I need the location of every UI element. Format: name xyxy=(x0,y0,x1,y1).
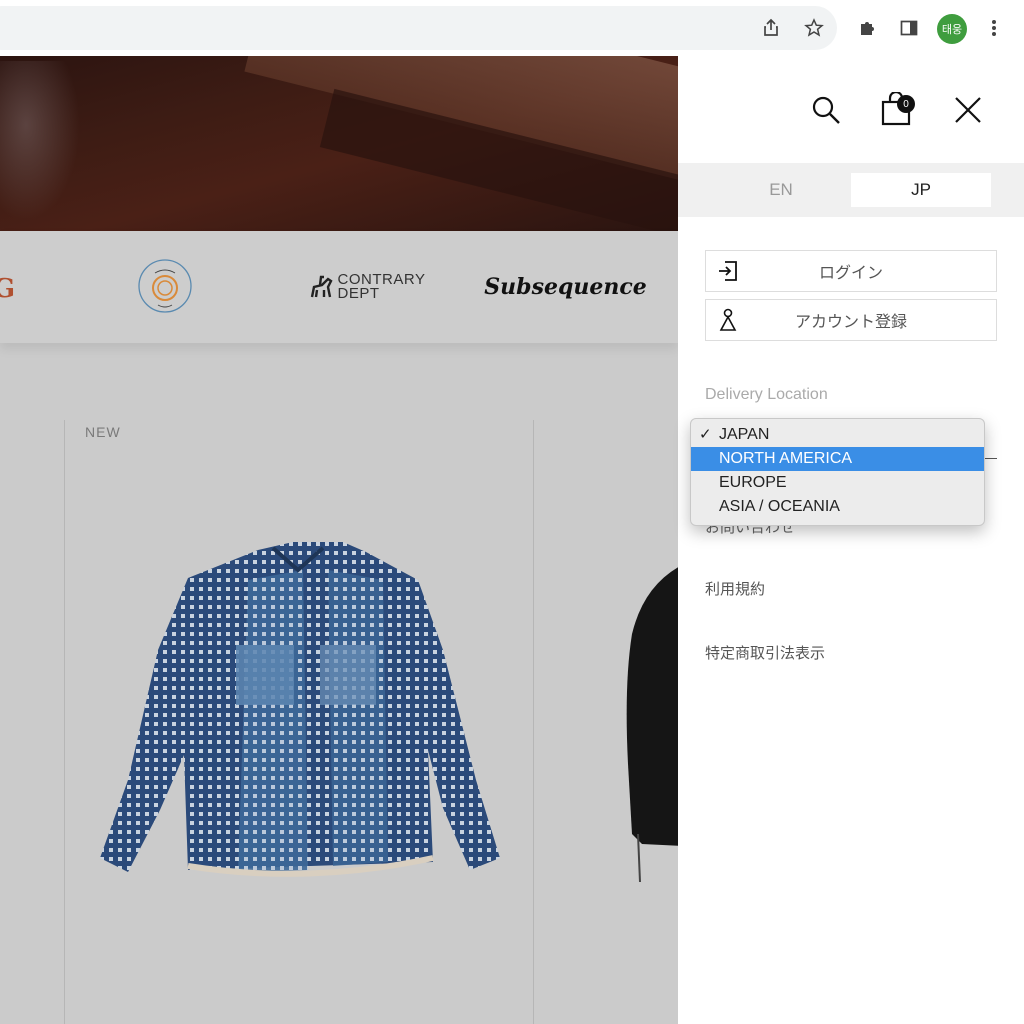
dropdown-option-europe[interactable]: EUROPE xyxy=(691,471,984,495)
brand-cutoff-text: G xyxy=(0,274,16,304)
coffee-logo-icon xyxy=(138,259,192,313)
dropdown-option-japan[interactable]: ✓ JAPAN xyxy=(691,423,984,447)
login-button[interactable]: ログイン xyxy=(705,250,997,292)
hero-banner xyxy=(0,56,678,231)
share-icon[interactable] xyxy=(759,16,783,40)
legal-notice-link[interactable]: 特定商取引法表示 xyxy=(705,642,825,663)
profile-avatar[interactable]: 태웅 xyxy=(937,14,967,44)
extensions-icon[interactable] xyxy=(855,16,879,40)
address-bar[interactable] xyxy=(0,6,837,50)
side-panel-icon[interactable] xyxy=(897,16,921,40)
option-label: EUROPE xyxy=(719,474,787,491)
browser-toolbar: 태웅 xyxy=(0,0,1024,56)
product-image-jacket[interactable] xyxy=(98,540,503,882)
brand-logo-coffee[interactable] xyxy=(134,255,196,317)
language-switcher: EN JP xyxy=(678,163,1024,217)
product-image-knit[interactable] xyxy=(624,564,678,884)
option-label: JAPAN xyxy=(719,426,770,443)
delivery-location-label: Delivery Location xyxy=(705,386,828,403)
login-label: ログイン xyxy=(818,263,883,282)
register-label: アカウント登録 xyxy=(794,312,907,331)
language-option-jp[interactable]: JP xyxy=(851,173,991,207)
dropdown-option-asia-oceania[interactable]: ASIA / OCEANIA xyxy=(691,495,984,519)
close-icon[interactable] xyxy=(952,94,984,126)
menu-icon[interactable] xyxy=(982,16,1006,40)
register-button[interactable]: アカウント登録 xyxy=(705,299,997,341)
delivery-location-dropdown: ✓ JAPAN NORTH AMERICA EUROPE ASIA / OCEA… xyxy=(690,418,985,526)
checkmark-icon: ✓ xyxy=(699,426,712,443)
cart-count-badge: 0 xyxy=(897,95,915,113)
brand-logo-contrary-dept[interactable]: CONTRARY DEPT xyxy=(304,269,429,305)
new-badge: NEW xyxy=(85,424,121,440)
language-option-en[interactable]: EN xyxy=(700,173,862,207)
search-icon[interactable] xyxy=(810,94,842,126)
person-icon xyxy=(706,300,750,340)
brand-contrary-line2: DEPT xyxy=(337,285,380,302)
option-label: ASIA / OCEANIA xyxy=(719,498,840,515)
side-menu-panel: 0 EN JP ログイン アカウント登録 Delivery Location お… xyxy=(678,56,1024,1024)
brand-subsequence-text: Subsequence xyxy=(484,274,647,300)
grid-divider xyxy=(533,420,534,1024)
terms-link[interactable]: 利用規約 xyxy=(705,578,765,599)
dropdown-option-north-america[interactable]: NORTH AMERICA xyxy=(691,447,984,471)
hero-smoke xyxy=(0,61,80,221)
login-icon xyxy=(706,251,750,291)
brand-carousel: G CONTRARY DEPT Subsequence xyxy=(0,231,678,343)
horse-rider-icon xyxy=(310,275,333,298)
grid-divider xyxy=(64,420,65,1024)
page-content: G CONTRARY DEPT Subsequence NEW xyxy=(0,56,678,1024)
brand-logo-subsequence[interactable]: Subsequence xyxy=(484,265,646,309)
option-label: NORTH AMERICA xyxy=(719,450,853,467)
bookmark-star-icon[interactable] xyxy=(802,16,826,40)
brand-logo-cutoff[interactable]: G xyxy=(0,271,16,307)
